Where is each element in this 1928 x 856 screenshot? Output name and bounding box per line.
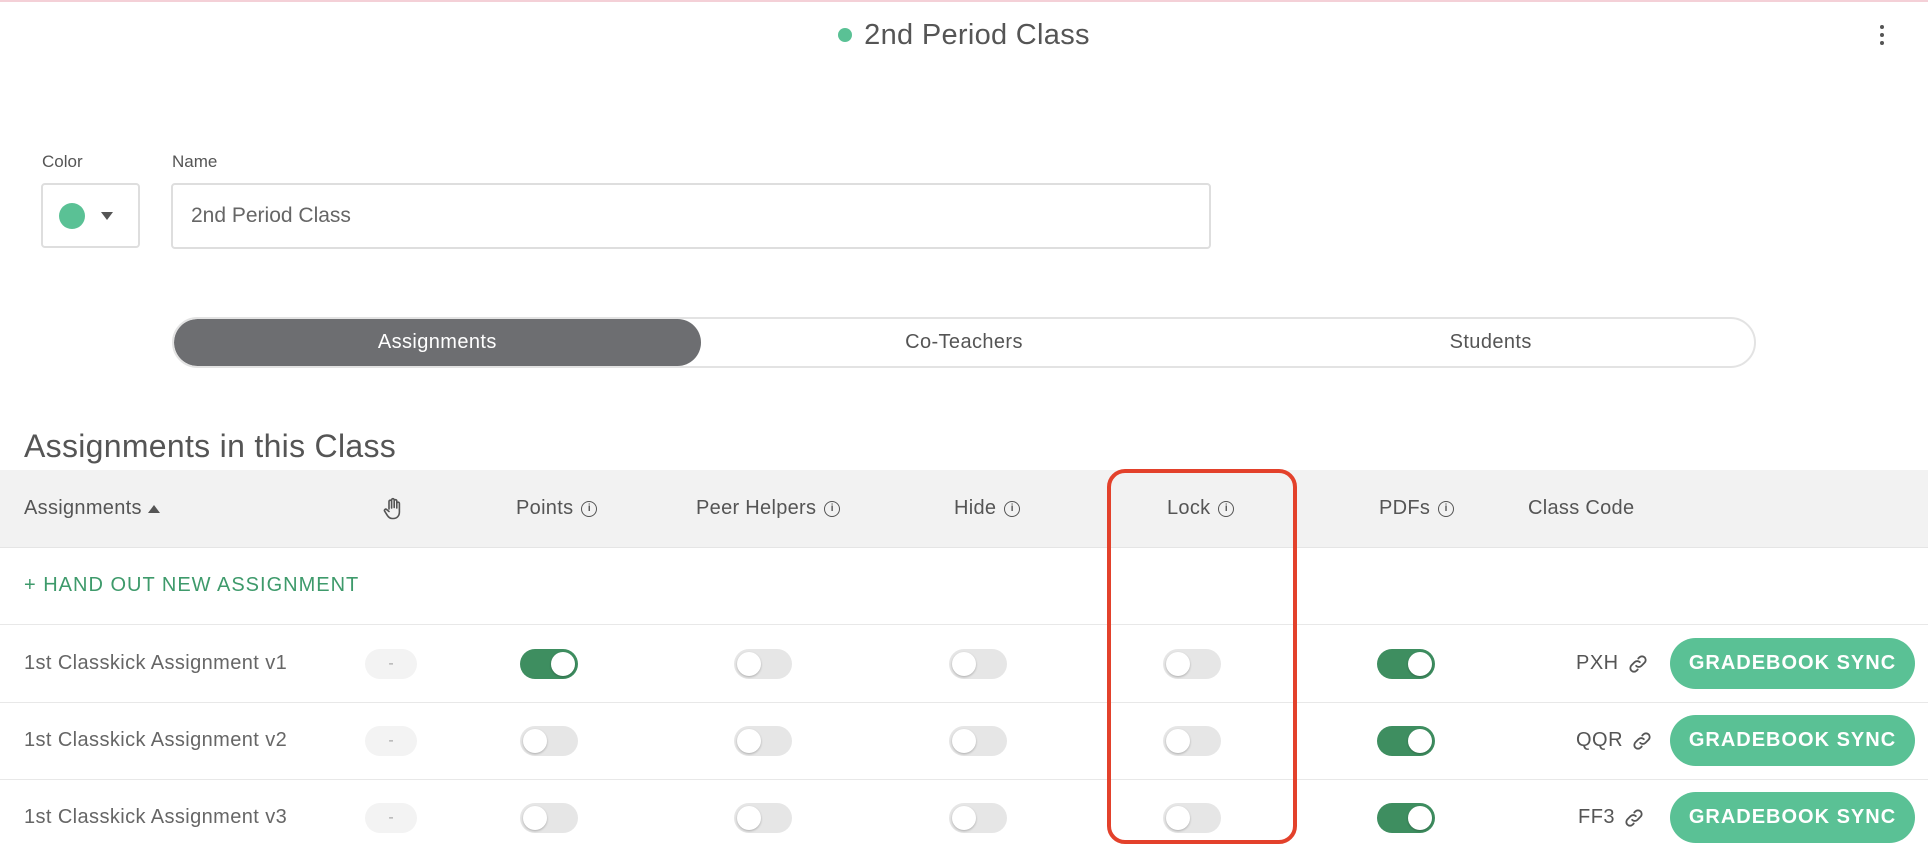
column-lock: Lock i xyxy=(1167,470,1235,547)
info-icon[interactable]: i xyxy=(581,500,598,517)
info-icon[interactable]: i xyxy=(824,500,841,517)
link-icon[interactable] xyxy=(1631,730,1653,752)
info-icon[interactable]: i xyxy=(1004,500,1021,517)
class-code: PXH xyxy=(1576,652,1619,674)
column-class-code: Class Code xyxy=(1528,470,1634,547)
column-hide: Hide i xyxy=(954,470,1021,547)
column-folder xyxy=(382,470,404,547)
column-class-code-label: Class Code xyxy=(1528,497,1635,519)
class-name-input[interactable] xyxy=(171,183,1211,249)
column-points-label: Points xyxy=(516,497,574,519)
tab-bar: Assignments Co-Teachers Students xyxy=(172,317,1756,368)
top-border xyxy=(0,0,1928,2)
link-icon[interactable] xyxy=(1627,653,1649,675)
gradebook-sync-button[interactable]: GRADEBOOK SYNC xyxy=(1670,638,1915,689)
kebab-menu-icon[interactable] xyxy=(1870,20,1894,50)
assignment-name[interactable]: 1st Classkick Assignment v3 xyxy=(24,806,287,829)
column-assignments[interactable]: Assignments xyxy=(24,470,160,547)
folder-pill[interactable]: - xyxy=(365,802,417,833)
lock-toggle[interactable] xyxy=(1163,648,1221,679)
tab-assignments[interactable]: Assignments xyxy=(174,319,701,366)
hand-out-new-assignment-link[interactable]: + HAND OUT NEW ASSIGNMENT xyxy=(24,547,359,624)
hide-toggle[interactable] xyxy=(949,802,1007,833)
gradebook-sync-button[interactable]: GRADEBOOK SYNC xyxy=(1670,792,1915,843)
class-color-dot xyxy=(838,28,853,42)
column-assignments-label: Assignments xyxy=(24,497,142,519)
table-row: 1st Classkick Assignment v2 - QQR GRADEB… xyxy=(0,702,1928,780)
column-points: Points i xyxy=(516,470,598,547)
tab-students[interactable]: Students xyxy=(1227,319,1754,366)
lock-toggle[interactable] xyxy=(1163,725,1221,756)
pdfs-toggle[interactable] xyxy=(1377,648,1435,679)
column-peer-helpers: Peer Helpers i xyxy=(696,470,841,547)
color-label: Color xyxy=(42,152,83,171)
column-lock-label: Lock xyxy=(1167,497,1211,519)
gradebook-sync-button[interactable]: GRADEBOOK SYNC xyxy=(1670,715,1915,766)
column-hide-label: Hide xyxy=(954,497,997,519)
assignment-name[interactable]: 1st Classkick Assignment v2 xyxy=(24,729,287,752)
hide-toggle[interactable] xyxy=(949,725,1007,756)
pdfs-toggle[interactable] xyxy=(1377,802,1435,833)
folder-pill[interactable]: - xyxy=(365,648,417,679)
section-title: Assignments in this Class xyxy=(24,428,397,464)
class-code: FF3 xyxy=(1578,806,1616,828)
peer-helpers-toggle[interactable] xyxy=(734,648,792,679)
chevron-down-icon xyxy=(101,211,113,220)
info-icon[interactable]: i xyxy=(1438,500,1455,517)
column-pdfs-label: PDFs xyxy=(1379,497,1431,519)
color-swatch xyxy=(59,202,85,229)
sort-up-icon xyxy=(147,504,160,513)
peer-helpers-toggle[interactable] xyxy=(734,802,792,833)
table-header: Assignments Points i Peer Helpers i Hide… xyxy=(0,470,1928,548)
page-header: 2nd Period Class xyxy=(0,12,1928,58)
hide-toggle[interactable] xyxy=(949,648,1007,679)
column-pdfs: PDFs i xyxy=(1379,470,1455,547)
table-row: 1st Classkick Assignment v3 - FF3 GRADEB… xyxy=(0,779,1928,856)
assignment-name[interactable]: 1st Classkick Assignment v1 xyxy=(24,652,287,675)
points-toggle[interactable] xyxy=(520,802,578,833)
column-peer-helpers-label: Peer Helpers xyxy=(696,497,817,519)
info-icon[interactable]: i xyxy=(1218,500,1235,517)
points-toggle[interactable] xyxy=(520,725,578,756)
hand-icon xyxy=(383,497,401,519)
peer-helpers-toggle[interactable] xyxy=(734,725,792,756)
link-icon[interactable] xyxy=(1623,807,1645,829)
tab-co-teachers[interactable]: Co-Teachers xyxy=(701,319,1228,366)
folder-pill[interactable]: - xyxy=(365,725,417,756)
class-code: QQR xyxy=(1576,729,1624,751)
name-label: Name xyxy=(172,152,218,171)
lock-toggle[interactable] xyxy=(1163,802,1221,833)
color-picker[interactable] xyxy=(41,183,140,248)
points-toggle[interactable] xyxy=(520,648,578,679)
hand-out-row: + HAND OUT NEW ASSIGNMENT xyxy=(0,547,1928,625)
pdfs-toggle[interactable] xyxy=(1377,725,1435,756)
table-row: 1st Classkick Assignment v1 - PXH GRADEB… xyxy=(0,625,1928,703)
page-title: 2nd Period Class xyxy=(864,18,1090,51)
